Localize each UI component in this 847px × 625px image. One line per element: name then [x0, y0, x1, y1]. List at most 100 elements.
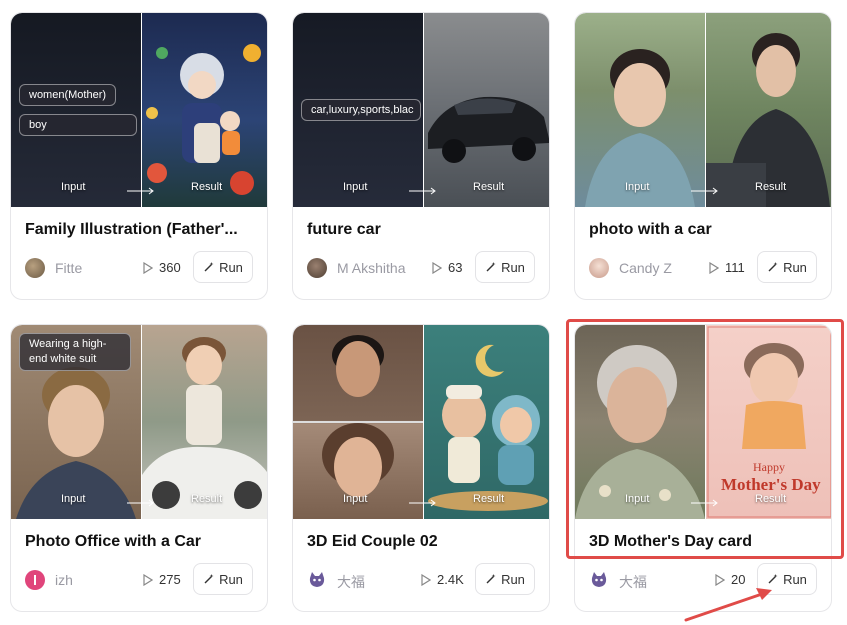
card-thumbnail[interactable]: Wearing a high-end white suit Input Resu… — [11, 325, 267, 519]
result-label: Result — [755, 493, 787, 505]
split-divider — [423, 13, 424, 207]
card-title[interactable]: 3D Mother's Day card — [589, 533, 821, 551]
run-button-label: Run — [219, 259, 243, 275]
run-button-label: Run — [501, 259, 525, 275]
template-card[interactable]: Happy Mother's Day Input Result 3D Mothe… — [574, 324, 832, 612]
avatar[interactable] — [307, 570, 327, 590]
split-divider — [141, 13, 142, 207]
magic-wand-icon — [204, 574, 214, 584]
run-count: 360 — [159, 260, 181, 275]
play-count-icon — [709, 262, 719, 274]
template-card[interactable]: Input Result 3D Eid Couple 02 大福 2.4K Ru… — [292, 324, 550, 612]
card-title[interactable]: future car — [307, 221, 539, 239]
author-name[interactable]: izh — [55, 572, 73, 588]
result-preview — [142, 325, 267, 519]
card-title[interactable]: Family Illustration (Father'... — [25, 221, 257, 239]
card-thumbnail[interactable]: Input Result — [575, 13, 831, 207]
couple-portraits-art — [293, 335, 423, 497]
cat-avatar-icon — [309, 572, 325, 587]
magic-wand-icon — [768, 262, 778, 272]
portrait-art — [585, 49, 695, 207]
card-thumbnail[interactable]: women(Mother) boy Input Result — [11, 13, 267, 207]
input-label: Input — [343, 181, 368, 193]
run-button[interactable]: Run — [475, 563, 535, 595]
card-title[interactable]: 3D Eid Couple 02 — [307, 533, 539, 551]
avatar[interactable] — [25, 570, 45, 590]
prompt-chip: boy — [19, 114, 137, 136]
author-name[interactable]: Fitte — [55, 260, 82, 276]
user-initial-icon — [34, 575, 36, 585]
input-preview — [575, 325, 705, 519]
3d-couple-art — [428, 344, 548, 511]
prompt-chip: car,luxury,sports,blac — [301, 99, 421, 121]
author-name[interactable]: Candy Z — [619, 260, 672, 276]
input-label: Input — [61, 181, 86, 193]
author-name[interactable]: 大福 — [337, 572, 365, 592]
3d-character-car-art — [142, 337, 267, 519]
result-preview — [142, 13, 267, 207]
elderly-woman-art — [575, 345, 705, 519]
input-preview — [293, 325, 423, 519]
card-title[interactable]: photo with a car — [589, 221, 821, 239]
arrow-right-icon — [691, 187, 718, 195]
play-count-icon — [143, 262, 153, 274]
run-button-label: Run — [219, 571, 243, 587]
run-button[interactable]: Run — [757, 251, 817, 283]
avatar[interactable] — [589, 258, 609, 278]
magic-wand-icon — [768, 574, 778, 584]
magic-wand-icon — [486, 262, 496, 272]
arrow-right-icon — [409, 499, 436, 507]
result-label: Result — [473, 181, 505, 193]
play-count-icon — [432, 262, 442, 274]
result-label: Result — [191, 493, 223, 505]
result-label: Result — [755, 181, 787, 193]
result-label: Result — [473, 493, 505, 505]
arrow-right-icon — [127, 499, 154, 507]
avatar[interactable] — [307, 258, 327, 278]
template-card[interactable]: Input Result photo with a car Candy Z 11… — [574, 12, 832, 300]
result-preview — [424, 13, 549, 207]
arrow-right-icon — [409, 187, 436, 195]
split-divider — [705, 13, 706, 207]
run-button[interactable]: Run — [475, 251, 535, 283]
card-title[interactable]: Photo Office with a Car — [25, 533, 257, 551]
run-button-label: Run — [783, 259, 807, 275]
input-label: Input — [625, 493, 650, 505]
magic-wand-icon — [204, 262, 214, 272]
result-label: Result — [191, 181, 223, 193]
split-divider — [141, 325, 142, 519]
input-label: Input — [61, 493, 86, 505]
split-divider — [705, 325, 706, 519]
car-art — [428, 96, 549, 163]
card-thumbnail[interactable]: Input Result — [293, 325, 549, 519]
run-count: 2.4K — [437, 572, 464, 587]
result-preview — [424, 325, 549, 519]
input-preview — [11, 13, 141, 207]
result-preview — [706, 13, 831, 207]
template-card[interactable]: women(Mother) boy Input Result Family Il… — [10, 12, 268, 300]
input-preview — [575, 13, 705, 207]
author-name[interactable]: 大福 — [619, 572, 647, 592]
prompt-chip: Wearing a high-end white suit — [19, 333, 131, 371]
template-card[interactable]: car,luxury,sports,blac Input Result futu… — [292, 12, 550, 300]
card-thumbnail[interactable]: Happy Mother's Day Input Result — [575, 325, 831, 519]
template-card[interactable]: Wearing a high-end white suit Input Resu… — [10, 324, 268, 612]
avatar[interactable] — [589, 570, 609, 590]
run-button[interactable]: Run — [193, 563, 253, 595]
avatar[interactable] — [25, 258, 45, 278]
run-count: 275 — [159, 572, 181, 587]
run-count: 20 — [731, 572, 746, 587]
input-label: Input — [625, 181, 650, 193]
author-name[interactable]: M Akshitha — [337, 260, 405, 276]
card-thumbnail[interactable]: car,luxury,sports,blac Input Result — [293, 13, 549, 207]
run-button[interactable]: Run — [193, 251, 253, 283]
split-divider — [423, 325, 424, 519]
arrow-right-icon — [127, 187, 154, 195]
play-count-icon — [143, 574, 153, 586]
run-button-label: Run — [783, 571, 807, 587]
card-greeting-small: Happy — [753, 460, 785, 474]
run-button[interactable]: Run — [757, 563, 817, 595]
prompt-chip: women(Mother) — [19, 84, 117, 106]
run-count: 111 — [725, 260, 745, 275]
card-greeting-large: Mother's Day — [721, 475, 821, 494]
